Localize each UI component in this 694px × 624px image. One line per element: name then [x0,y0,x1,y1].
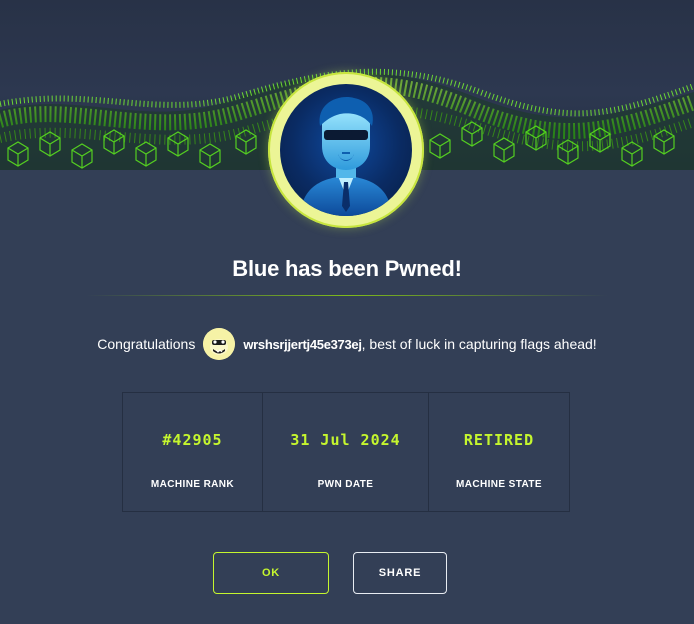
congrats-message: Congratulations wrshsrjjertj45e373ej , b… [0,326,694,362]
title-divider [86,295,608,296]
username[interactable]: wrshsrjjertj45e373ej [243,337,362,352]
pwned-title: Blue has been Pwned! [232,256,462,281]
machine-rank-label: MACHINE RANK [150,479,235,490]
machine-state-label: MACHINE STATE [456,479,542,490]
machine-rank-value: #42905 [162,431,223,449]
stats-table: #42905 MACHINE RANK 31 Jul 2024 PWN DATE… [122,392,570,512]
machine-state-value: RETIRED [463,431,535,449]
machine-avatar [268,72,424,228]
pwn-date-label: PWN DATE [317,479,374,490]
ok-button[interactable]: OK [213,552,329,594]
stat-pwn-date: 31 Jul 2024 PWN DATE [263,393,429,511]
pwn-date-value: 31 Jul 2024 [290,431,401,449]
congrats-suffix: , best of luck in capturing flags ahead! [361,336,597,352]
pwned-modal: Blue has been Pwned! Congratulations wrs… [0,0,694,624]
stat-machine-rank: #42905 MACHINE RANK [123,393,263,511]
blue-agent-icon [300,97,392,216]
share-button[interactable]: SHARE [353,552,447,594]
cartoon-face-icon [203,328,236,360]
congrats-prefix: Congratulations [97,336,196,352]
stat-machine-state: RETIRED MACHINE STATE [429,393,569,511]
user-avatar[interactable] [203,328,236,360]
